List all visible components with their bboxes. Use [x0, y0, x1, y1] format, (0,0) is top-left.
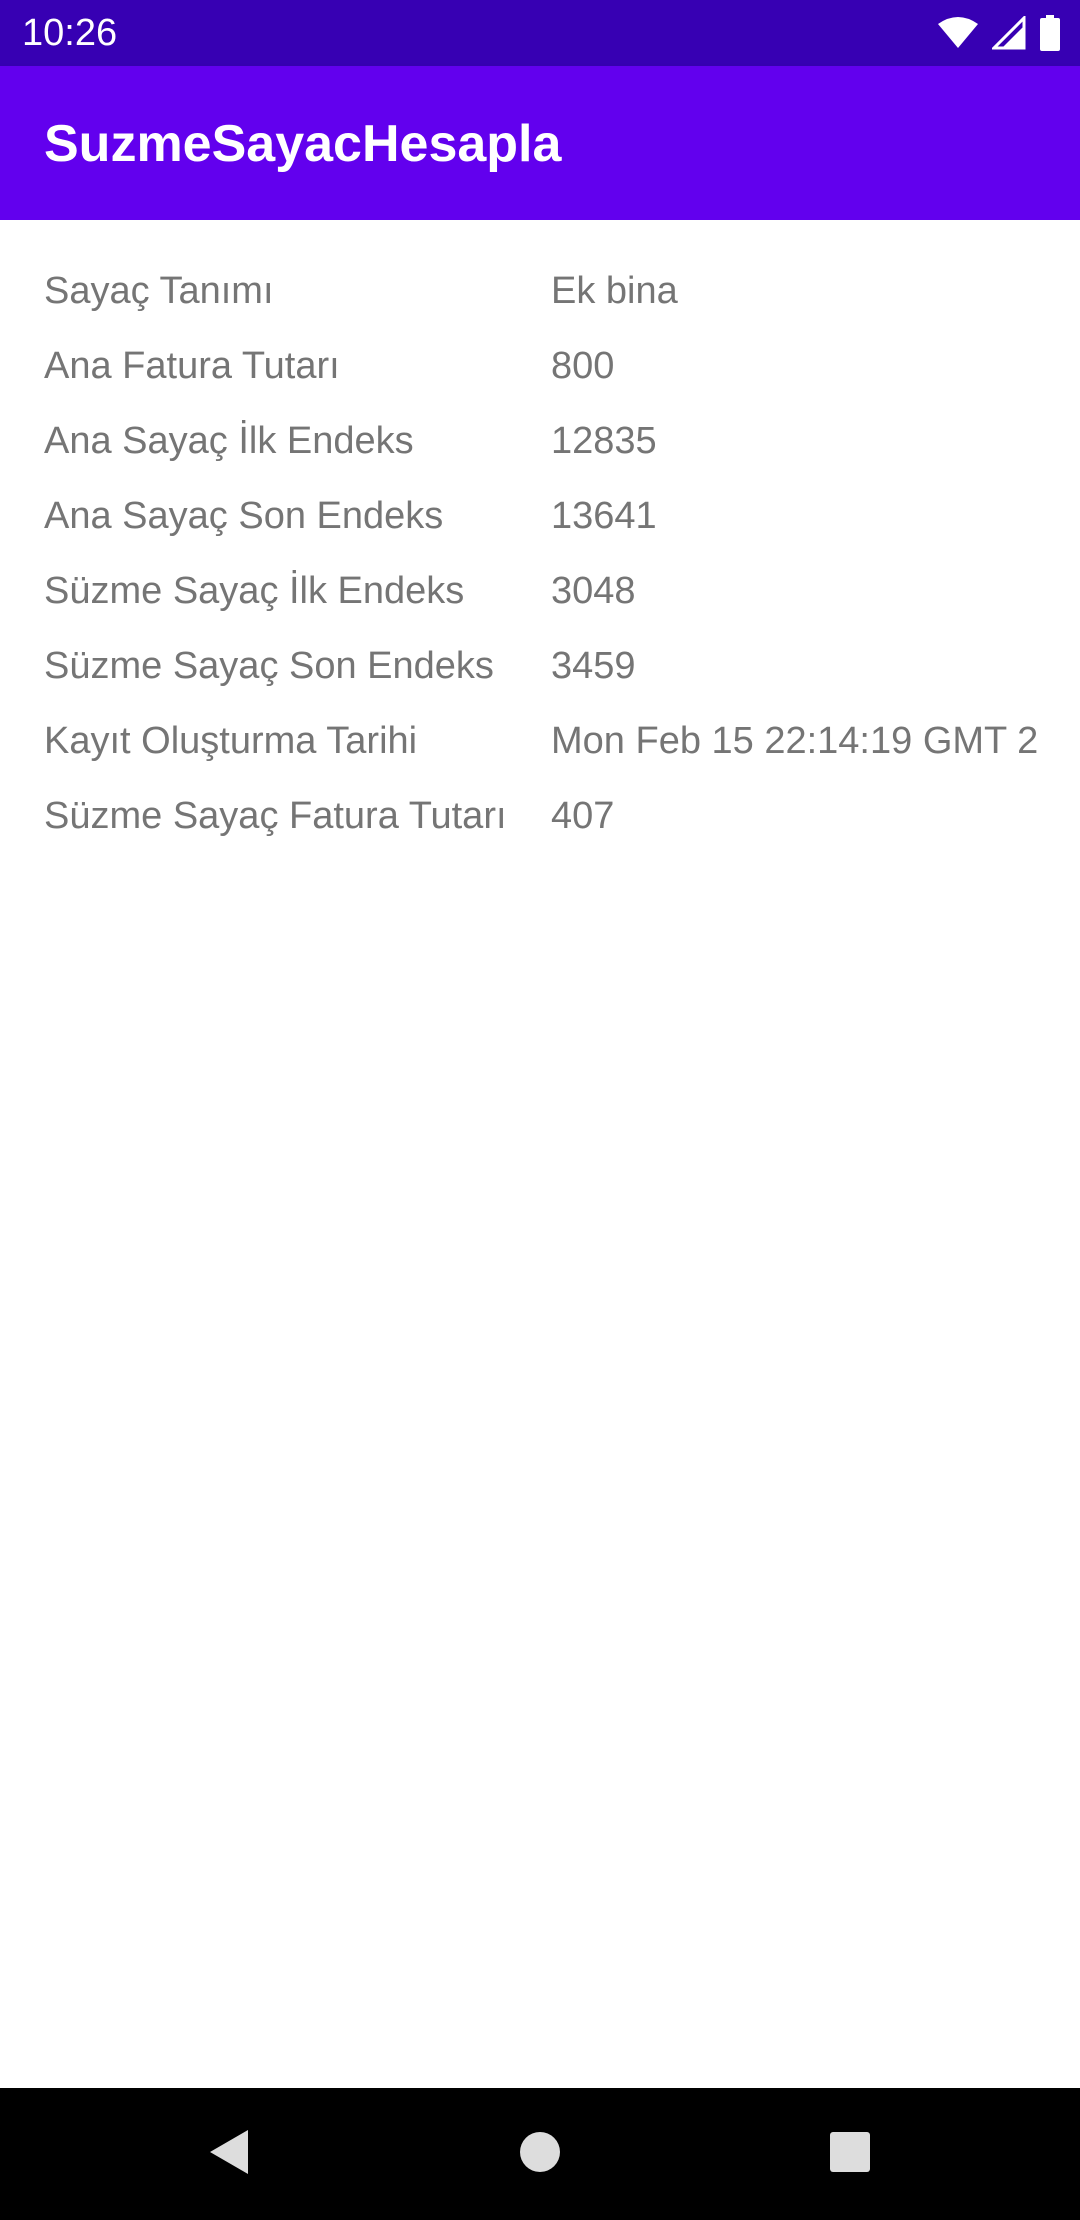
detail-list: Sayaç Tanımı Ek bina Ana Fatura Tutarı 8…: [0, 220, 1080, 2088]
status-time: 10:26: [22, 12, 118, 54]
back-button[interactable]: [186, 2112, 270, 2196]
detail-value: 3459: [551, 645, 636, 687]
recents-icon: [829, 2131, 871, 2178]
detail-label: Süzme Sayaç İlk Endeks: [44, 570, 465, 612]
wifi-icon: [938, 17, 978, 49]
status-bar: 10:26: [0, 0, 1080, 66]
home-button[interactable]: [498, 2112, 582, 2196]
detail-label: Süzme Sayaç Fatura Tutarı: [44, 795, 507, 837]
detail-row-ana-sayac-son-endeks: Ana Sayaç Son Endeks 13641: [0, 479, 1080, 554]
detail-value: 800: [551, 345, 615, 387]
detail-row-ana-fatura-tutari: Ana Fatura Tutarı 800: [0, 329, 1080, 404]
home-icon: [518, 2130, 562, 2179]
app-bar: SuzmeSayacHesapla: [0, 66, 1080, 220]
detail-row-kayit-olusturma-tarihi: Kayıt Oluşturma Tarihi Mon Feb 15 22:14:…: [0, 704, 1080, 779]
detail-row-suzme-sayac-son-endeks: Süzme Sayaç Son Endeks 3459: [0, 629, 1080, 704]
battery-icon: [1040, 15, 1060, 51]
detail-label: Ana Sayaç Son Endeks: [44, 495, 444, 537]
detail-value: 13641: [551, 495, 657, 537]
detail-value: Ek bina: [551, 270, 678, 312]
status-icons: [938, 13, 1060, 53]
detail-label: Ana Sayaç İlk Endeks: [44, 420, 414, 462]
detail-label: Sayaç Tanımı: [44, 270, 274, 312]
navigation-bar: [0, 2088, 1080, 2220]
detail-label: Ana Fatura Tutarı: [44, 345, 340, 387]
detail-value: 407: [551, 795, 615, 837]
recents-button[interactable]: [808, 2112, 892, 2196]
detail-value: 12835: [551, 420, 657, 462]
detail-row-suzme-sayac-fatura-tutari: Süzme Sayaç Fatura Tutarı 407: [0, 779, 1080, 854]
back-icon: [206, 2128, 250, 2181]
detail-value: Mon Feb 15 22:14:19 GMT 2: [551, 720, 1037, 762]
detail-label: Kayıt Oluşturma Tarihi: [44, 720, 418, 762]
detail-row-ana-sayac-ilk-endeks: Ana Sayaç İlk Endeks 12835: [0, 404, 1080, 479]
detail-row-sayac-tanimi: Sayaç Tanımı Ek bina: [0, 254, 1080, 329]
detail-label: Süzme Sayaç Son Endeks: [44, 645, 494, 687]
detail-row-suzme-sayac-ilk-endeks: Süzme Sayaç İlk Endeks 3048: [0, 554, 1080, 629]
cellular-signal-icon: [992, 16, 1026, 50]
detail-value: 3048: [551, 570, 636, 612]
app-title: SuzmeSayacHesapla: [44, 115, 562, 173]
